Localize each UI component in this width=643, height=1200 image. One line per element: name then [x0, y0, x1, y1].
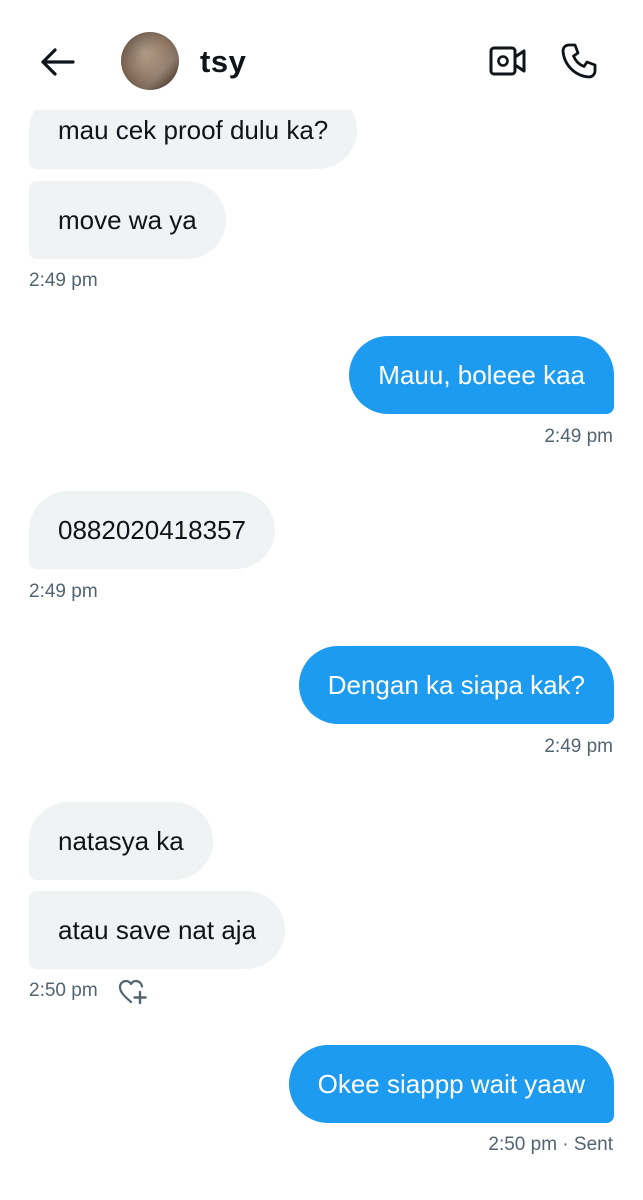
message-timestamp: 2:50 pm [29, 980, 98, 1001]
chat-header: tsy [0, 0, 643, 110]
heart-plus-icon [118, 979, 147, 1005]
arrow-left-icon [41, 48, 75, 76]
message-bubble-outgoing[interactable]: Mauu, boleee kaa [349, 336, 614, 414]
message-bubble-incoming[interactable]: move wa ya [29, 181, 226, 259]
video-call-button[interactable] [484, 40, 532, 82]
message-timestamp: 2:49 pm [29, 270, 98, 291]
message-status: 2:50 pm · Sent [488, 1134, 613, 1155]
phone-icon [561, 43, 597, 79]
message-bubble-outgoing[interactable]: Dengan ka siapa kak? [298, 646, 614, 724]
avatar[interactable] [121, 32, 179, 90]
message-bubble-incoming[interactable]: 0882020418357 [29, 491, 275, 569]
voice-call-button[interactable] [555, 38, 603, 84]
message-timestamp: 2:49 pm [29, 581, 98, 602]
message-bubble-incoming[interactable]: atau save nat aja [29, 891, 286, 969]
message-timestamp: 2:49 pm [544, 736, 613, 757]
add-reaction-button[interactable] [117, 977, 149, 1007]
video-camera-icon [489, 46, 526, 76]
contact-name[interactable]: tsy [200, 44, 246, 80]
message-timestamp: 2:49 pm [544, 426, 613, 447]
message-bubble-outgoing[interactable]: Okee siappp wait yaaw [288, 1045, 614, 1123]
back-button[interactable] [34, 40, 82, 84]
message-bubble-incoming[interactable]: natasya ka [29, 802, 213, 880]
avatar-image [121, 32, 179, 90]
